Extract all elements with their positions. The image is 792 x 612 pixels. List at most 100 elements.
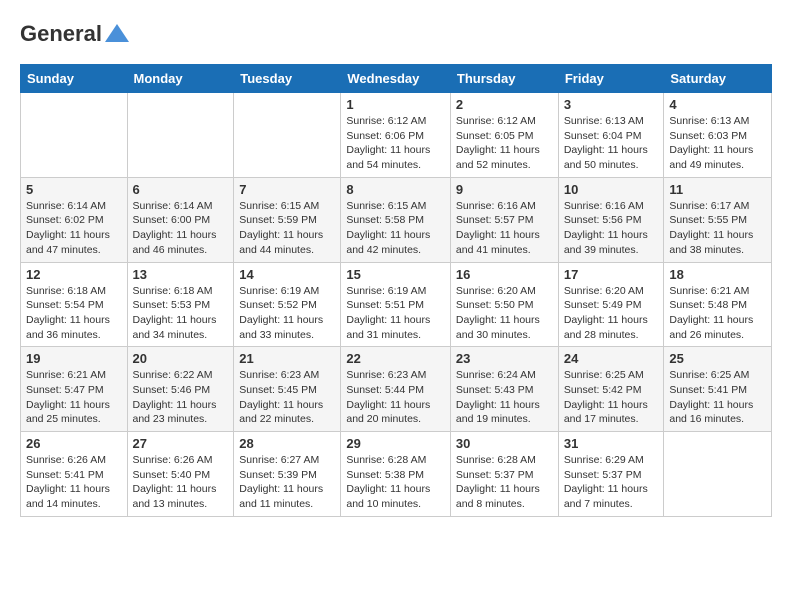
calendar-cell: 5 Sunrise: 6:14 AM Sunset: 6:02 PM Daylig…	[21, 177, 128, 262]
calendar-cell: 24 Sunrise: 6:25 AM Sunset: 5:42 PM Dayli…	[558, 347, 664, 432]
calendar-cell: 31 Sunrise: 6:29 AM Sunset: 5:37 PM Dayli…	[558, 432, 664, 517]
day-info: Sunrise: 6:27 AM Sunset: 5:39 PM Dayligh…	[239, 453, 335, 512]
day-number: 25	[669, 351, 766, 366]
calendar-week-row: 5 Sunrise: 6:14 AM Sunset: 6:02 PM Daylig…	[21, 177, 772, 262]
day-number: 21	[239, 351, 335, 366]
day-number: 31	[564, 436, 659, 451]
day-number: 10	[564, 182, 659, 197]
calendar-cell: 12Sunrise: 6:18 AM Sunset: 5:54 PM Dayli…	[21, 262, 128, 347]
day-info: Sunrise: 6:23 AM Sunset: 5:45 PM Dayligh…	[239, 368, 335, 427]
calendar-cell: 6 Sunrise: 6:14 AM Sunset: 6:00 PM Daylig…	[127, 177, 234, 262]
calendar-cell: 25 Sunrise: 6:25 AM Sunset: 5:41 PM Dayli…	[664, 347, 772, 432]
day-info: Sunrise: 6:14 AM Sunset: 6:00 PM Dayligh…	[133, 199, 229, 258]
day-number: 12	[26, 267, 122, 282]
weekday-header-sunday: Sunday	[21, 65, 128, 93]
day-number: 24	[564, 351, 659, 366]
calendar-cell	[21, 93, 128, 178]
day-info: Sunrise: 6:20 AM Sunset: 5:50 PM Dayligh…	[456, 284, 553, 343]
calendar-week-row: 1 Sunrise: 6:12 AM Sunset: 6:06 PM Daylig…	[21, 93, 772, 178]
day-number: 20	[133, 351, 229, 366]
day-number: 13	[133, 267, 229, 282]
day-info: Sunrise: 6:28 AM Sunset: 5:37 PM Dayligh…	[456, 453, 553, 512]
day-info: Sunrise: 6:26 AM Sunset: 5:41 PM Dayligh…	[26, 453, 122, 512]
day-info: Sunrise: 6:13 AM Sunset: 6:03 PM Dayligh…	[669, 114, 766, 173]
day-number: 8	[346, 182, 445, 197]
weekday-header-monday: Monday	[127, 65, 234, 93]
weekday-header-friday: Friday	[558, 65, 664, 93]
day-info: Sunrise: 6:25 AM Sunset: 5:42 PM Dayligh…	[564, 368, 659, 427]
day-number: 14	[239, 267, 335, 282]
calendar-cell: 17 Sunrise: 6:20 AM Sunset: 5:49 PM Dayli…	[558, 262, 664, 347]
calendar-week-row: 19 Sunrise: 6:21 AM Sunset: 5:47 PM Dayli…	[21, 347, 772, 432]
calendar-week-row: 12Sunrise: 6:18 AM Sunset: 5:54 PM Dayli…	[21, 262, 772, 347]
day-number: 17	[564, 267, 659, 282]
day-info: Sunrise: 6:29 AM Sunset: 5:37 PM Dayligh…	[564, 453, 659, 512]
day-number: 18	[669, 267, 766, 282]
calendar-cell: 1 Sunrise: 6:12 AM Sunset: 6:06 PM Daylig…	[341, 93, 451, 178]
calendar-cell: 30Sunrise: 6:28 AM Sunset: 5:37 PM Dayli…	[450, 432, 558, 517]
day-number: 4	[669, 97, 766, 112]
calendar-cell: 18 Sunrise: 6:21 AM Sunset: 5:48 PM Dayli…	[664, 262, 772, 347]
day-info: Sunrise: 6:14 AM Sunset: 6:02 PM Dayligh…	[26, 199, 122, 258]
weekday-header-saturday: Saturday	[664, 65, 772, 93]
day-number: 7	[239, 182, 335, 197]
day-info: Sunrise: 6:19 AM Sunset: 5:52 PM Dayligh…	[239, 284, 335, 343]
logo-general: General	[20, 21, 102, 47]
logo: General	[20, 20, 134, 48]
calendar-cell: 19 Sunrise: 6:21 AM Sunset: 5:47 PM Dayli…	[21, 347, 128, 432]
day-number: 5	[26, 182, 122, 197]
calendar-cell: 20Sunrise: 6:22 AM Sunset: 5:46 PM Dayli…	[127, 347, 234, 432]
calendar-table: SundayMondayTuesdayWednesdayThursdayFrid…	[20, 64, 772, 517]
calendar-cell: 2 Sunrise: 6:12 AM Sunset: 6:05 PM Daylig…	[450, 93, 558, 178]
day-number: 2	[456, 97, 553, 112]
calendar-cell: 14 Sunrise: 6:19 AM Sunset: 5:52 PM Dayli…	[234, 262, 341, 347]
calendar-cell	[127, 93, 234, 178]
calendar-cell: 7 Sunrise: 6:15 AM Sunset: 5:59 PM Daylig…	[234, 177, 341, 262]
calendar-cell: 22 Sunrise: 6:23 AM Sunset: 5:44 PM Dayli…	[341, 347, 451, 432]
calendar-cell: 3 Sunrise: 6:13 AM Sunset: 6:04 PM Daylig…	[558, 93, 664, 178]
day-number: 27	[133, 436, 229, 451]
day-number: 28	[239, 436, 335, 451]
calendar-week-row: 26 Sunrise: 6:26 AM Sunset: 5:41 PM Dayli…	[21, 432, 772, 517]
calendar-cell: 27Sunrise: 6:26 AM Sunset: 5:40 PM Dayli…	[127, 432, 234, 517]
day-number: 26	[26, 436, 122, 451]
day-info: Sunrise: 6:21 AM Sunset: 5:48 PM Dayligh…	[669, 284, 766, 343]
calendar-cell: 16 Sunrise: 6:20 AM Sunset: 5:50 PM Dayli…	[450, 262, 558, 347]
day-number: 6	[133, 182, 229, 197]
day-number: 22	[346, 351, 445, 366]
weekday-header-thursday: Thursday	[450, 65, 558, 93]
weekday-header-tuesday: Tuesday	[234, 65, 341, 93]
day-info: Sunrise: 6:25 AM Sunset: 5:41 PM Dayligh…	[669, 368, 766, 427]
calendar-cell: 21 Sunrise: 6:23 AM Sunset: 5:45 PM Dayli…	[234, 347, 341, 432]
day-info: Sunrise: 6:21 AM Sunset: 5:47 PM Dayligh…	[26, 368, 122, 427]
day-info: Sunrise: 6:12 AM Sunset: 6:05 PM Dayligh…	[456, 114, 553, 173]
calendar-cell	[234, 93, 341, 178]
calendar-header-row: SundayMondayTuesdayWednesdayThursdayFrid…	[21, 65, 772, 93]
day-number: 1	[346, 97, 445, 112]
day-number: 15	[346, 267, 445, 282]
day-number: 29	[346, 436, 445, 451]
day-info: Sunrise: 6:15 AM Sunset: 5:59 PM Dayligh…	[239, 199, 335, 258]
day-info: Sunrise: 6:12 AM Sunset: 6:06 PM Dayligh…	[346, 114, 445, 173]
day-info: Sunrise: 6:19 AM Sunset: 5:51 PM Dayligh…	[346, 284, 445, 343]
calendar-cell: 8 Sunrise: 6:15 AM Sunset: 5:58 PM Daylig…	[341, 177, 451, 262]
calendar-cell: 23Sunrise: 6:24 AM Sunset: 5:43 PM Dayli…	[450, 347, 558, 432]
day-info: Sunrise: 6:13 AM Sunset: 6:04 PM Dayligh…	[564, 114, 659, 173]
day-number: 3	[564, 97, 659, 112]
weekday-header-wednesday: Wednesday	[341, 65, 451, 93]
calendar-cell: 29Sunrise: 6:28 AM Sunset: 5:38 PM Dayli…	[341, 432, 451, 517]
day-info: Sunrise: 6:17 AM Sunset: 5:55 PM Dayligh…	[669, 199, 766, 258]
day-number: 9	[456, 182, 553, 197]
calendar-cell: 11 Sunrise: 6:17 AM Sunset: 5:55 PM Dayli…	[664, 177, 772, 262]
day-info: Sunrise: 6:24 AM Sunset: 5:43 PM Dayligh…	[456, 368, 553, 427]
calendar-cell: 10Sunrise: 6:16 AM Sunset: 5:56 PM Dayli…	[558, 177, 664, 262]
day-number: 19	[26, 351, 122, 366]
day-info: Sunrise: 6:18 AM Sunset: 5:53 PM Dayligh…	[133, 284, 229, 343]
calendar-cell: 13 Sunrise: 6:18 AM Sunset: 5:53 PM Dayli…	[127, 262, 234, 347]
day-number: 16	[456, 267, 553, 282]
day-info: Sunrise: 6:23 AM Sunset: 5:44 PM Dayligh…	[346, 368, 445, 427]
day-info: Sunrise: 6:15 AM Sunset: 5:58 PM Dayligh…	[346, 199, 445, 258]
day-number: 11	[669, 182, 766, 197]
day-info: Sunrise: 6:20 AM Sunset: 5:49 PM Dayligh…	[564, 284, 659, 343]
calendar-cell: 26 Sunrise: 6:26 AM Sunset: 5:41 PM Dayli…	[21, 432, 128, 517]
